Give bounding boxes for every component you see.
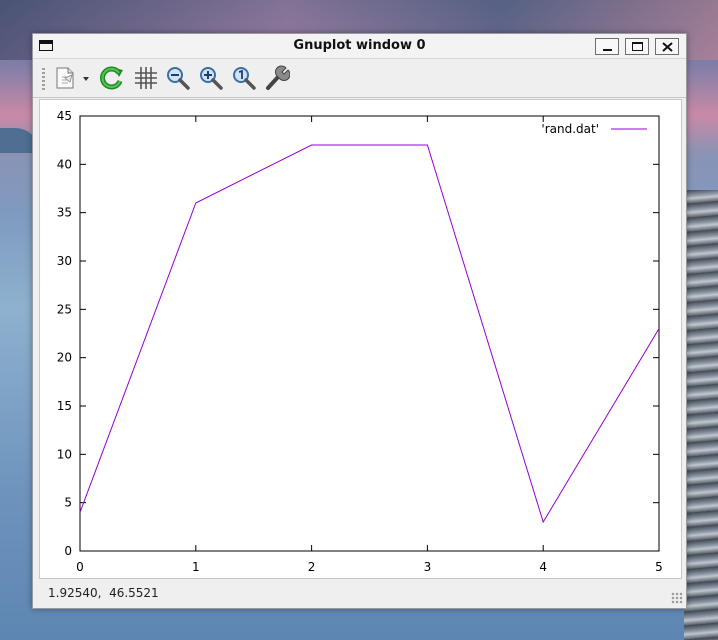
y-tick-label: 5 (64, 496, 72, 510)
maximize-button[interactable] (625, 38, 649, 55)
y-tick-label: 15 (57, 399, 72, 413)
replot-icon (100, 66, 123, 90)
status-bar: 1.92540, 46.5521 (33, 580, 686, 607)
export-button[interactable] (53, 65, 91, 91)
close-button[interactable] (655, 38, 679, 55)
window-title: Gnuplot window 0 (293, 38, 426, 53)
y-tick-label: 25 (57, 302, 72, 316)
data-point[interactable] (79, 511, 82, 514)
y-tick-label: 10 (57, 447, 72, 461)
resize-grip[interactable] (671, 592, 683, 604)
zoom-autoscale-button[interactable] (231, 65, 257, 91)
x-tick-label: 5 (655, 560, 663, 574)
zoom-autoscale-icon (233, 67, 256, 90)
desktop-pier (684, 190, 718, 640)
toolbar-grip[interactable] (42, 68, 45, 90)
data-point[interactable] (310, 144, 313, 147)
series-line[interactable] (79, 144, 660, 524)
y-tick-label: 0 (64, 544, 72, 558)
close-icon (662, 42, 673, 52)
line-chart[interactable]: 0510152025303540450 1 2 3 4 5'rand.dat' (40, 100, 681, 578)
export-icon (56, 67, 89, 89)
zoom-previous-icon (167, 67, 190, 90)
data-point[interactable] (658, 327, 661, 330)
toolbar (33, 59, 686, 98)
zoom-previous-button[interactable] (165, 65, 191, 91)
zoom-next-button[interactable] (198, 65, 224, 91)
x-tick-label: 3 (424, 560, 432, 574)
plot-canvas[interactable]: 0 5 10 15 20 25 30 35 40 45 0 1 2 3 4 5'rand.dat' (39, 99, 682, 579)
y-tick-label: 30 (57, 254, 72, 268)
cursor-coordinates: 1.92540, 46.5521 (48, 586, 159, 600)
x-tick-label: 4 (539, 560, 547, 574)
minimize-button[interactable] (595, 38, 619, 55)
settings-icon (266, 65, 291, 90)
grid-icon (135, 67, 157, 89)
data-point[interactable] (542, 521, 545, 524)
title-bar[interactable]: Gnuplot window 0 (33, 34, 686, 59)
settings-button[interactable] (264, 65, 291, 91)
y-tick-label: 20 (57, 351, 72, 365)
x-tick-label: 1 (192, 560, 200, 574)
legend-label: 'rand.dat' (541, 122, 599, 136)
x-tick-label: 0 (76, 560, 84, 574)
gnuplot-window[interactable]: Gnuplot window 0 0 5 10 15 20 25 30 35 4… (32, 33, 687, 609)
plot-border (79, 115, 660, 552)
grid-button[interactable] (132, 65, 158, 91)
y-tick-label: 35 (57, 206, 72, 220)
x-tick-label: 2 (308, 560, 316, 574)
data-point[interactable] (194, 202, 197, 205)
data-point[interactable] (426, 144, 429, 147)
zoom-next-icon (200, 67, 223, 90)
replot-button[interactable] (99, 65, 125, 91)
y-tick-label: 45 (57, 109, 72, 123)
y-tick-label: 40 (57, 157, 72, 171)
